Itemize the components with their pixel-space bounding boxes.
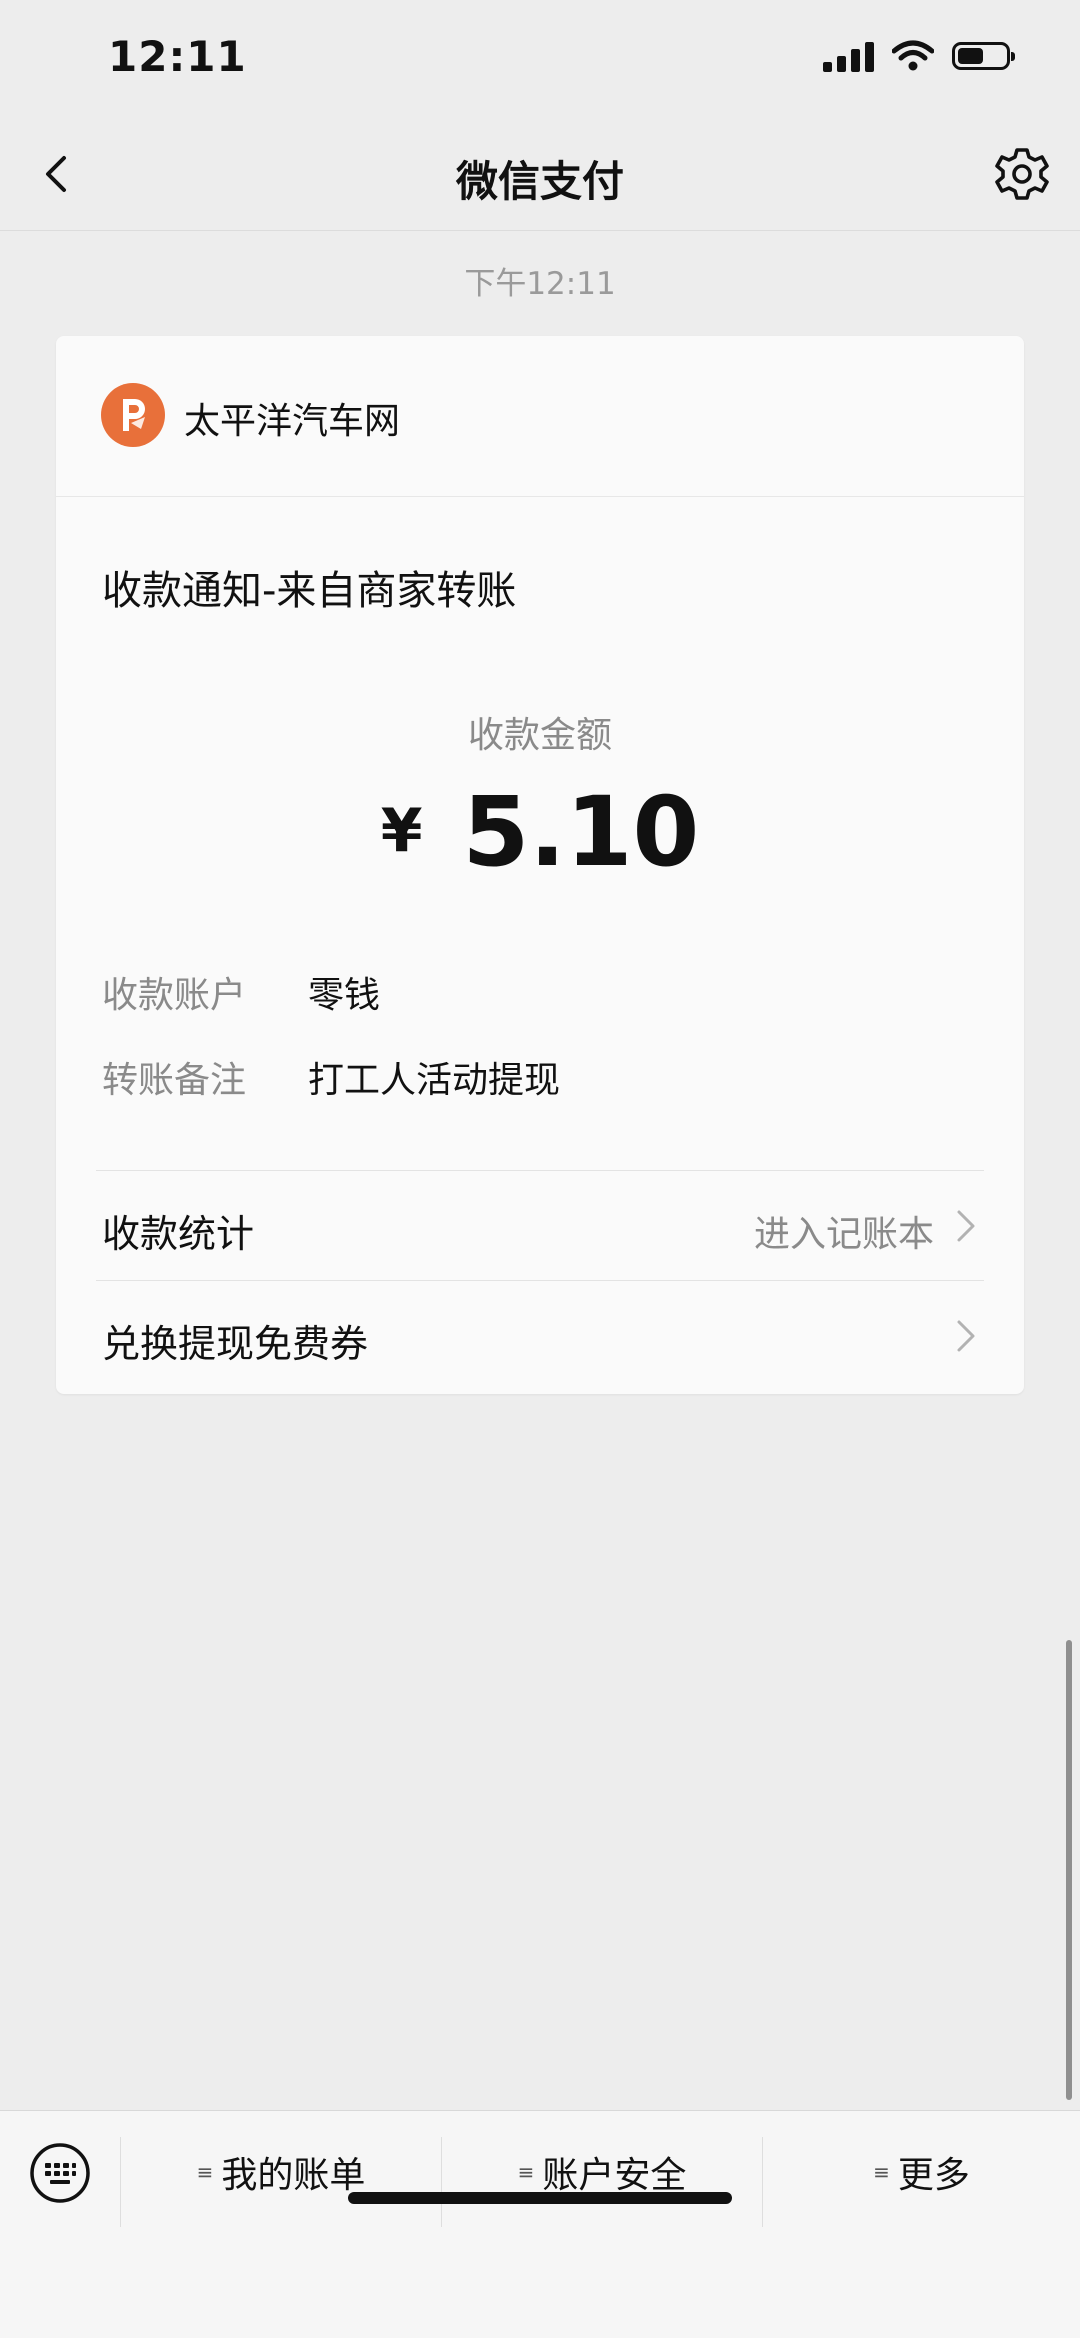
menu-item-label: 我的账单 bbox=[221, 2155, 366, 2196]
voucher-row-label: 兑换提现免费券 bbox=[102, 1322, 369, 1366]
gear-icon[interactable] bbox=[992, 144, 1052, 204]
stats-row-hint: 进入记账本 bbox=[753, 1214, 934, 1255]
page-title: 微信支付 bbox=[455, 157, 624, 206]
message-timestamp: 下午12:11 bbox=[464, 266, 616, 302]
status-icons bbox=[823, 40, 1015, 72]
menu-item-label: 账户安全 bbox=[542, 2155, 687, 2196]
currency-symbol: ¥ bbox=[380, 796, 423, 866]
detail-row-remark: 转账备注 打工人活动提现 bbox=[102, 1051, 560, 1103]
nav-bar: 微信支付 bbox=[0, 120, 1080, 231]
status-time: 12:11 bbox=[108, 32, 247, 81]
voucher-row[interactable]: 兑换提现免费券 bbox=[56, 1281, 1024, 1391]
menu-list-icon: ≡ bbox=[873, 2160, 890, 2184]
menu-item-more[interactable]: ≡ 更多 bbox=[763, 2137, 1080, 2207]
amount: ¥5.10 bbox=[56, 776, 1024, 888]
keyboard-icon[interactable] bbox=[28, 2141, 92, 2205]
chevron-right-icon bbox=[957, 1320, 975, 1352]
detail-key: 收款账户 bbox=[102, 975, 247, 1016]
detail-key: 转账备注 bbox=[102, 1060, 247, 1101]
menu-list-icon: ≡ bbox=[196, 2160, 214, 2184]
detail-value: 零钱 bbox=[308, 975, 381, 1016]
merchant-name: 太平洋汽车网 bbox=[184, 401, 401, 442]
amount-value: 5.10 bbox=[462, 776, 700, 888]
status-bar: 12:11 bbox=[0, 0, 1080, 120]
wifi-icon bbox=[892, 40, 934, 71]
battery-icon bbox=[952, 42, 1015, 70]
detail-row-account: 收款账户 零钱 bbox=[102, 966, 380, 1018]
scrollbar[interactable] bbox=[1066, 1640, 1072, 2100]
battery-level bbox=[958, 48, 983, 64]
payment-notification-card[interactable]: 太平洋汽车网 收款通知-来自商家转账 收款金额 ¥5.10 收款账户 零钱 转账备… bbox=[56, 336, 1024, 1394]
chevron-right-icon bbox=[957, 1210, 975, 1242]
merchant-header[interactable]: 太平洋汽车网 bbox=[56, 336, 1024, 497]
notice-title: 收款通知-来自商家转账 bbox=[102, 568, 517, 614]
stats-row-label: 收款统计 bbox=[102, 1212, 255, 1256]
home-indicator[interactable] bbox=[348, 2192, 732, 2204]
bottom-menu: ≡ 我的账单 ≡ 账户安全 ≡ 更多 bbox=[0, 2110, 1080, 2338]
cellular-signal-icon bbox=[823, 40, 874, 72]
merchant-logo-icon bbox=[101, 383, 165, 447]
amount-label: 收款金额 bbox=[467, 715, 612, 756]
menu-list-icon: ≡ bbox=[517, 2160, 535, 2184]
menu-item-label: 更多 bbox=[897, 2155, 970, 2196]
merchant-logo-mark bbox=[123, 399, 145, 431]
detail-value: 打工人活动提现 bbox=[308, 1060, 561, 1101]
stats-row[interactable]: 收款统计 进入记账本 bbox=[56, 1171, 1024, 1281]
